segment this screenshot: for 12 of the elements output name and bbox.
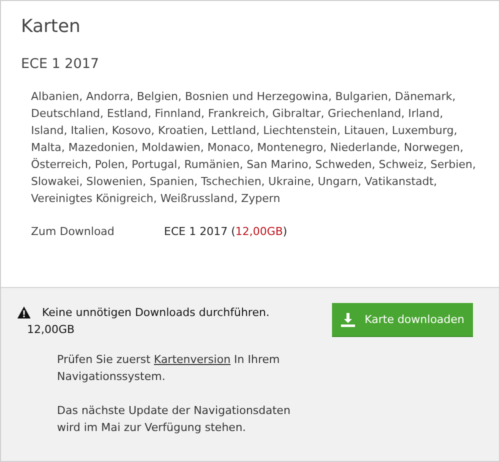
warning-size: 12,00GB xyxy=(27,323,76,336)
version-link[interactable]: Kartenversion xyxy=(154,353,231,366)
download-label: Zum Download xyxy=(31,225,116,238)
warning-text: Keine unnötigen Downloads durchführen. xyxy=(42,306,270,319)
download-icon xyxy=(340,312,355,326)
warning-icon xyxy=(17,306,31,319)
download-value: ECE 1 2017 (12,00GB) xyxy=(164,225,288,238)
check-text: Prüfen Sie zuerst Kartenversion In Ihrem Navigationssystem. xyxy=(57,352,281,385)
country-list: Albanien, Andorra, Belgien, Bosnien und Herzegowina, Bulgarien, Dänemark, Deutschland, Estland, Finnland, Frankreich, Gibraltar, Griechenland, Irland, Island, Italien, Kosovo, Kroatien, Lettland, Liechtenstein, Litauen, Luxemburg, Malta, Mazedonien, Moldawien, Monaco, Montenegro, Niederlande, Norwegen, Österreich, Polen, Portugal, Rumänien, San Marino, Schweden, Schweiz, Serbien, Slowakei, Slowenien, Spanien, Tschechien, Ukraine, Ungarn, Vatikanstadt, Vereinigtes Königreich, Weißrussland, Zypern xyxy=(31,88,481,207)
page-title: Karten xyxy=(21,15,82,39)
map-version: ECE 1 2017 xyxy=(21,56,100,72)
update-note: Das nächste Update der Navigationsdaten wird im Mai zur Verfügung stehen. xyxy=(57,403,292,436)
